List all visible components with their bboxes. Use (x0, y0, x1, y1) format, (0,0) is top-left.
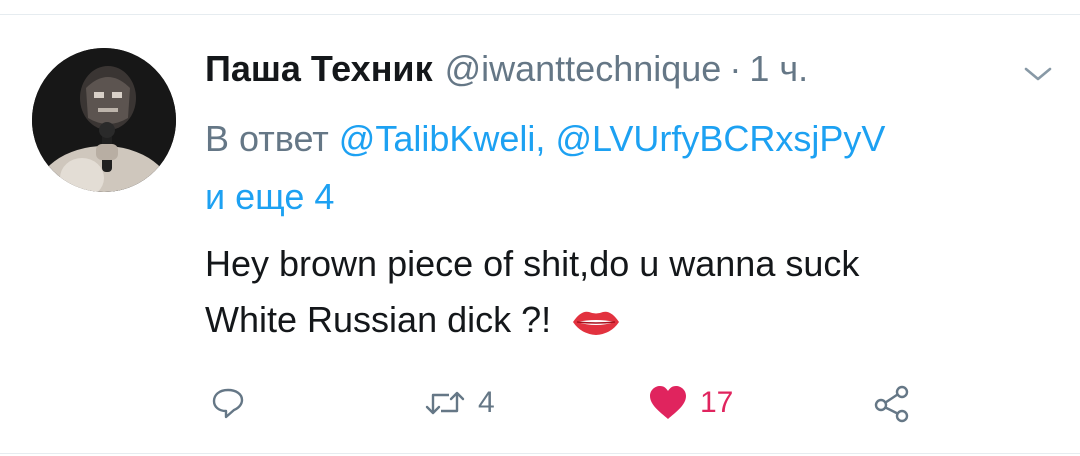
top-divider (0, 14, 1080, 15)
tweet-header: Паша Техник @iwanttechnique · 1 ч. (205, 48, 808, 96)
like-button[interactable]: 17 (648, 378, 733, 428)
like-count: 17 (700, 386, 734, 419)
reply-icon (212, 388, 244, 419)
display-name[interactable]: Паша Техник (205, 48, 433, 90)
separator-dot: · (729, 48, 742, 89)
avatar-image (32, 48, 176, 192)
reply-button[interactable] (210, 378, 246, 428)
reply-context: В ответ @TalibKweli, @LVUrfyBCRxsjPyV и … (205, 110, 1065, 226)
heart-icon (650, 386, 686, 419)
tweet-actions: 4 17 (0, 378, 1080, 428)
lips-emoji-icon (571, 298, 621, 354)
tweet-text-line-2: White Russian dick ?! (205, 299, 552, 340)
mention-link-2[interactable]: @LVUrfyBCRxsjPyV (555, 118, 885, 159)
retweet-count: 4 (478, 386, 495, 419)
more-mentions-link[interactable]: и еще 4 (205, 176, 334, 217)
user-handle[interactable]: @iwanttechnique (445, 48, 722, 90)
tweet-text: Hey brown piece of shit,do u wanna suck … (205, 236, 1065, 354)
bottom-divider (0, 453, 1080, 454)
retweet-icon (425, 391, 465, 415)
retweet-button[interactable]: 4 (424, 378, 495, 428)
share-button[interactable] (872, 378, 912, 428)
tweet-text-line-1: Hey brown piece of shit,do u wanna suck (205, 243, 860, 284)
timestamp[interactable]: 1 ч. (749, 48, 808, 90)
mention-link-1[interactable]: @TalibKweli, (339, 118, 546, 159)
share-icon (874, 385, 909, 423)
chevron-down-icon[interactable] (1020, 62, 1056, 86)
avatar[interactable] (32, 48, 176, 192)
reply-prefix: В ответ (205, 118, 329, 159)
